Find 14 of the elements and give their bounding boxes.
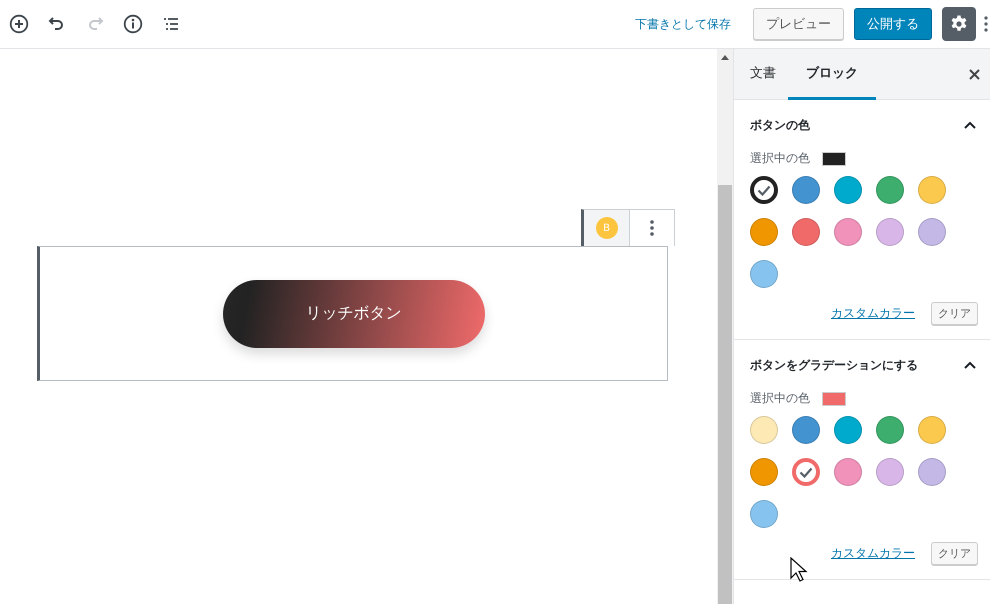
panel-title: ボタンの色	[750, 116, 810, 134]
save-draft-link[interactable]: 下書きとして保存	[629, 12, 737, 36]
selected-color-label: 選択中の色	[750, 390, 810, 407]
selected-color-label: 選択中の色	[750, 150, 810, 167]
sidebar-tab[interactable]: ブロック	[788, 49, 876, 100]
sidebar-tab[interactable]: 文書	[738, 49, 788, 100]
custom-color-link[interactable]: カスタムカラー	[831, 545, 915, 562]
preview-button[interactable]: プレビュー	[753, 8, 844, 40]
custom-color-link[interactable]: カスタムカラー	[831, 305, 915, 322]
panel-title: ボタンをグラデーションにする	[750, 356, 918, 374]
clear-button[interactable]: クリア	[931, 302, 978, 325]
rich-button[interactable]: リッチボタン	[222, 280, 484, 348]
clear-button[interactable]: クリア	[931, 542, 978, 565]
publish-button[interactable]: 公開する	[854, 8, 932, 40]
